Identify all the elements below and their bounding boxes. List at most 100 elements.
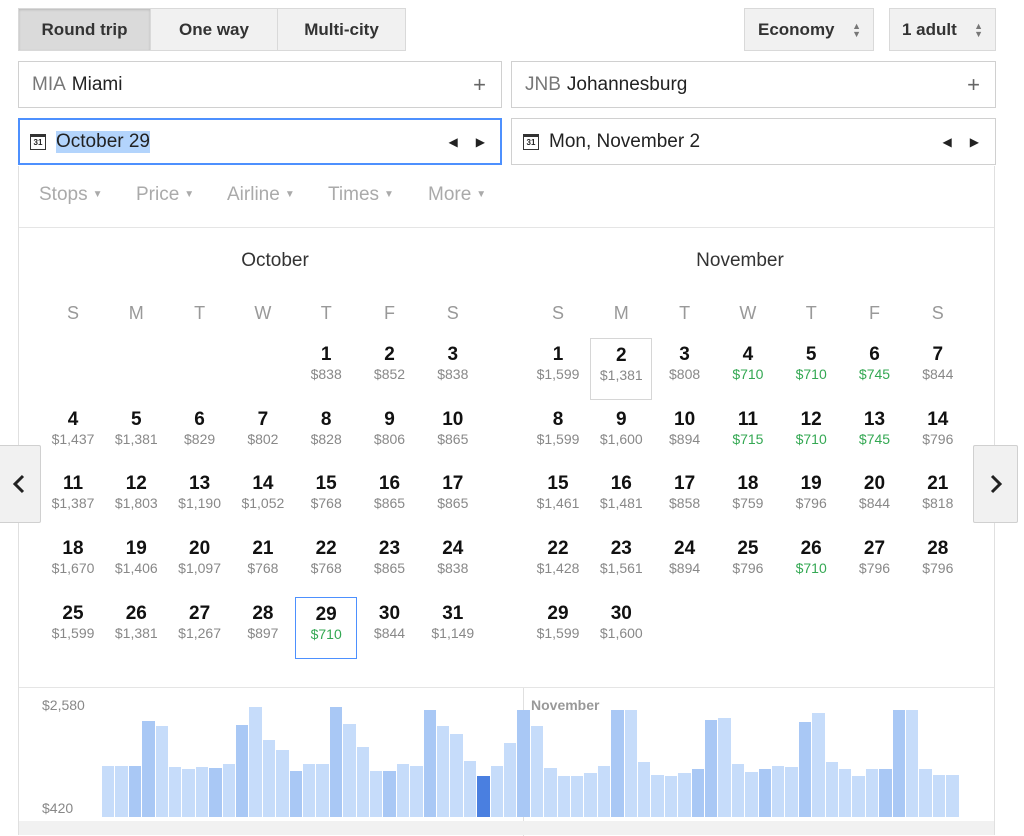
calendar-day[interactable]: 7 $844 — [907, 338, 969, 400]
calendar-day[interactable]: 9 $806 — [359, 403, 421, 465]
histogram-bar[interactable] — [919, 768, 932, 817]
calendar-day[interactable]: 30 $1,600 — [590, 597, 652, 659]
histogram-bar[interactable] — [892, 709, 905, 817]
histogram-bar[interactable] — [102, 765, 115, 817]
histogram-bar[interactable] — [584, 772, 597, 817]
trip-type-round-trip[interactable]: Round trip — [18, 8, 151, 51]
histogram-bar[interactable] — [865, 768, 879, 817]
cabin-class-select[interactable]: Economy ▲ ▼ — [744, 8, 874, 51]
next-month-button[interactable] — [973, 445, 1018, 523]
histogram-bar[interactable] — [115, 765, 128, 817]
calendar-day[interactable]: 18 $759 — [717, 467, 779, 529]
calendar-day[interactable]: 4 $710 — [717, 338, 779, 400]
histogram-bar[interactable] — [530, 725, 544, 817]
calendar-day[interactable]: 5 $1,381 — [105, 403, 167, 465]
histogram-bar[interactable] — [356, 746, 369, 817]
calendar-day[interactable]: 20 $844 — [844, 467, 906, 529]
calendar-day[interactable]: 21 $768 — [232, 532, 294, 594]
calendar-day[interactable]: 25 $1,599 — [42, 597, 104, 659]
histogram-bar[interactable] — [597, 765, 611, 817]
histogram-bar[interactable] — [758, 768, 771, 817]
histogram-bar[interactable] — [839, 768, 852, 817]
histogram-bar[interactable] — [195, 766, 209, 817]
return-date-field[interactable]: 31 Mon, November 2 ◀ ▶ — [511, 118, 996, 165]
calendar-day[interactable]: 3 $838 — [422, 338, 484, 400]
histogram-bar[interactable] — [544, 768, 557, 817]
calendar-day[interactable]: 27 $796 — [844, 532, 906, 594]
add-destination-icon[interactable]: + — [967, 72, 980, 98]
histogram-bar[interactable] — [772, 765, 785, 817]
calendar-day[interactable]: 28 $796 — [907, 532, 969, 594]
histogram-bar[interactable] — [182, 768, 195, 817]
calendar-day[interactable]: 22 $768 — [295, 532, 357, 594]
histogram-bar[interactable] — [798, 722, 812, 817]
return-date-stepper[interactable]: ◀ ▶ — [925, 135, 979, 149]
histogram-bar[interactable] — [879, 768, 892, 817]
calendar-day[interactable]: 10 $894 — [654, 403, 716, 465]
histogram-bar[interactable] — [169, 766, 182, 817]
calendar-day[interactable]: 1 $838 — [295, 338, 357, 400]
calendar-day[interactable]: 26 $710 — [780, 532, 842, 594]
calendar-day[interactable]: 20 $1,097 — [169, 532, 231, 594]
calendar-day[interactable]: 21 $818 — [907, 467, 969, 529]
calendar-day[interactable]: 13 $1,190 — [169, 467, 231, 529]
histogram-bar[interactable] — [691, 768, 704, 817]
calendar-day[interactable]: 30 $844 — [359, 597, 421, 659]
histogram-bar[interactable] — [651, 774, 664, 817]
prev-month-button[interactable] — [0, 445, 41, 523]
histogram-bar[interactable] — [745, 771, 758, 817]
calendar-day[interactable]: 24 $838 — [422, 532, 484, 594]
histogram-bar[interactable] — [209, 768, 222, 817]
histogram-bar[interactable] — [624, 709, 637, 817]
histogram-bar[interactable] — [155, 725, 168, 817]
histogram-bar[interactable] — [638, 762, 651, 817]
histogram-bar[interactable] — [289, 771, 302, 817]
calendar-day[interactable]: 24 $894 — [654, 532, 716, 594]
histogram-bar[interactable] — [812, 712, 825, 817]
histogram-bar[interactable] — [262, 739, 276, 817]
filter-airline[interactable]: Airline ▼ — [227, 184, 295, 206]
calendar-day[interactable]: 6 $745 — [844, 338, 906, 400]
calendar-day[interactable]: 10 $865 — [422, 403, 484, 465]
histogram-bar[interactable] — [437, 725, 450, 817]
histogram-bar[interactable] — [611, 709, 624, 817]
histogram-bar[interactable] — [410, 765, 423, 817]
filter-price[interactable]: Price ▼ — [136, 184, 194, 206]
calendar-day[interactable]: 27 $1,267 — [169, 597, 231, 659]
calendar-day[interactable]: 13 $745 — [844, 403, 906, 465]
filter-times[interactable]: Times ▼ — [328, 184, 394, 206]
calendar-day[interactable]: 16 $865 — [359, 467, 421, 529]
histogram-bar[interactable] — [718, 718, 731, 817]
calendar-day[interactable]: 5 $710 — [780, 338, 842, 400]
histogram-bar[interactable] — [932, 774, 946, 817]
histogram-bar[interactable] — [370, 771, 383, 817]
histogram-bar[interactable] — [906, 709, 919, 817]
filter-stops[interactable]: Stops ▼ — [39, 184, 103, 206]
histogram-bar[interactable] — [664, 775, 678, 817]
calendar-day[interactable]: 25 $796 — [717, 532, 779, 594]
histogram-bar[interactable] — [463, 761, 477, 817]
triangle-right-icon[interactable]: ▶ — [970, 135, 979, 149]
histogram-bar[interactable] — [343, 723, 356, 817]
calendar-day[interactable]: 12 $1,803 — [105, 467, 167, 529]
calendar-day[interactable]: 26 $1,381 — [105, 597, 167, 659]
trip-type-one-way[interactable]: One way — [150, 8, 278, 51]
histogram-bar[interactable] — [517, 709, 530, 817]
calendar-day[interactable]: 8 $1,599 — [527, 403, 589, 465]
histogram-bar[interactable] — [705, 719, 718, 817]
histogram-bar[interactable] — [852, 775, 865, 817]
calendar-day[interactable]: 17 $865 — [422, 467, 484, 529]
depart-date-stepper[interactable]: ◀ ▶ — [431, 135, 485, 149]
histogram-bar[interactable] — [128, 765, 142, 817]
histogram-bar[interactable] — [276, 750, 289, 817]
histogram-bar[interactable] — [450, 734, 463, 817]
histogram-bar[interactable] — [316, 763, 329, 817]
histogram-bar[interactable] — [423, 709, 436, 817]
calendar-day[interactable]: 14 $796 — [907, 403, 969, 465]
histogram-bar[interactable] — [142, 721, 155, 817]
calendar-day[interactable]: 1 $1,599 — [527, 338, 589, 400]
triangle-right-icon[interactable]: ▶ — [476, 135, 485, 149]
histogram-bar[interactable] — [396, 763, 410, 817]
histogram-bar[interactable] — [383, 771, 396, 817]
calendar-day[interactable]: 19 $1,406 — [105, 532, 167, 594]
